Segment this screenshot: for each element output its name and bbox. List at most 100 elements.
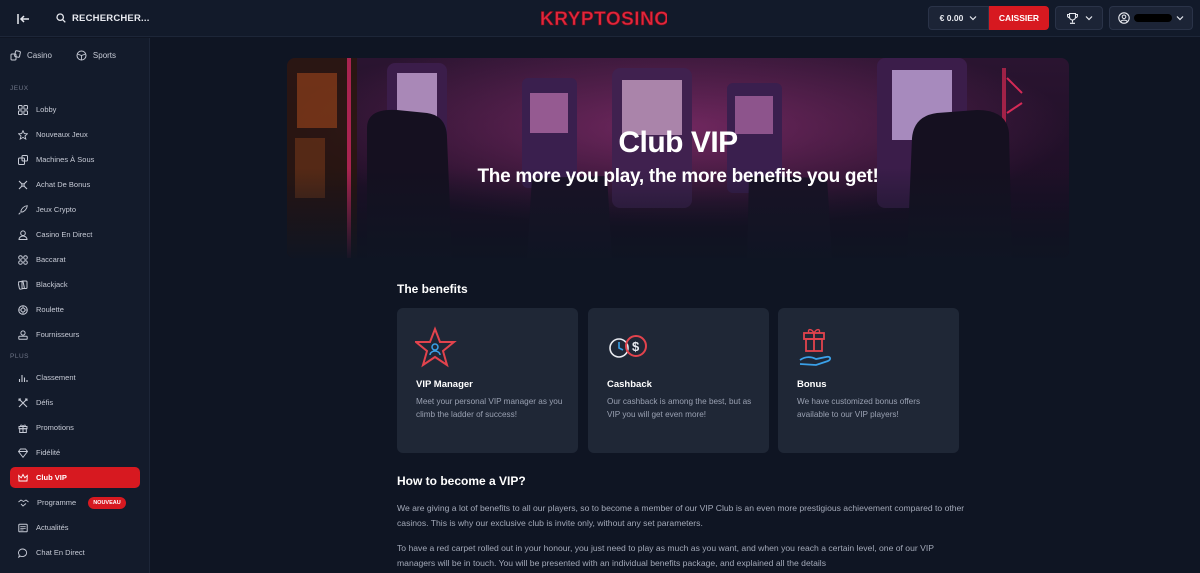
sidebar-item-label: Chat En Direct (36, 548, 85, 557)
cashback-icon: $ (609, 335, 647, 358)
baccarat-icon (18, 254, 28, 265)
sidebar-item-label: Nouveaux Jeux (36, 130, 88, 139)
sidebar: Casino Sports JEUX Lobby Nouveaux Jeux M… (0, 38, 150, 573)
collapse-arrow-icon (17, 14, 29, 24)
sidebar-item-label: Baccarat (36, 255, 66, 264)
sidebar-item-affiliate-program[interactable]: Programme NOUVEAU (10, 492, 140, 513)
benefit-title: VIP Manager (416, 379, 473, 390)
sidebar-item-providers[interactable]: Fournisseurs (10, 324, 140, 345)
sidebar-item-lobby[interactable]: Lobby (10, 99, 140, 120)
sidebar-item-news[interactable]: Actualités (10, 517, 140, 538)
sidebar-link-label: Casino (27, 51, 52, 60)
sidebar-item-label: Casino En Direct (36, 230, 93, 239)
benefit-description: We have customized bonus offers availabl… (797, 397, 921, 419)
benefit-card-cashback: $ Cashback Our cashback is among the bes… (588, 308, 769, 453)
live-dealer-icon (18, 229, 28, 240)
challenges-icon (18, 398, 28, 407)
top-bar: RECHERCHER... KRYPTOSINO € 0.00 CAISSIER (0, 0, 1200, 37)
user-account-dropdown[interactable] (1109, 6, 1193, 30)
wallet-amount: € 0.00 (939, 13, 964, 23)
collapse-sidebar-button[interactable] (14, 10, 32, 28)
diamond-icon (18, 448, 28, 458)
kryptosino-logo: KRYPTOSINO (540, 9, 670, 31)
sidebar-item-loyalty[interactable]: Fidélité (10, 442, 140, 463)
trophy-dropdown-button[interactable] (1055, 6, 1103, 30)
sidebar-item-label: Fournisseurs (36, 330, 80, 339)
sidebar-item-slots[interactable]: Machines À Sous (10, 149, 140, 170)
sports-ball-icon (76, 50, 87, 61)
vip-hero-banner: Club VIP The more you play, the more ben… (287, 58, 1069, 258)
star-icon (18, 129, 28, 140)
sidebar-item-challenges[interactable]: Défis (10, 392, 140, 413)
section-label-more: PLUS (10, 353, 29, 360)
search-label: RECHERCHER... (72, 12, 150, 24)
sidebar-item-label: Jeux Crypto (36, 205, 77, 214)
sidebar-item-label: Promotions (36, 423, 74, 432)
sidebar-item-label: Programme (37, 498, 77, 507)
benefit-description: Meet your personal VIP manager as you cl… (416, 397, 563, 419)
gift-hand-icon (799, 328, 832, 366)
handshake-icon (18, 498, 29, 507)
sidebar-item-label: Machines À Sous (36, 155, 95, 164)
benefits-heading: The benefits (397, 282, 468, 296)
search-button[interactable]: RECHERCHER... (56, 9, 150, 27)
svg-text:$: $ (632, 339, 640, 354)
chevron-down-icon (1176, 16, 1184, 21)
user-avatar-icon (1118, 12, 1130, 24)
sidebar-item-label: Fidélité (36, 448, 61, 457)
sidebar-item-label: Lobby (36, 105, 57, 114)
sidebar-item-vip-club[interactable]: Club VIP (10, 467, 140, 488)
sidebar-item-label: Défis (36, 398, 54, 407)
section-label-games: JEUX (10, 85, 29, 92)
sidebar-item-label: Actualités (36, 523, 69, 532)
benefit-title: Bonus (797, 379, 827, 390)
trophy-icon (1066, 12, 1078, 24)
sidebar-item-roulette[interactable]: Roulette (10, 299, 140, 320)
casino-icon (10, 50, 21, 61)
sidebar-top-links: Casino Sports (10, 50, 116, 61)
sidebar-link-sports[interactable]: Sports (76, 50, 116, 61)
search-icon (56, 13, 66, 23)
chat-icon (18, 548, 27, 558)
vip-star-icon (415, 326, 457, 368)
bar-chart-icon (18, 374, 28, 382)
hero-title: Club VIP (618, 126, 738, 159)
crown-icon (18, 473, 28, 481)
news-icon (18, 523, 28, 532)
benefit-description: Our cashback is among the best, but as V… (607, 397, 752, 419)
sidebar-item-label: Roulette (36, 305, 64, 314)
chevron-down-icon (1085, 16, 1092, 21)
benefit-title: Cashback (607, 379, 652, 390)
new-badge: NOUVEAU (88, 496, 126, 509)
sidebar-item-live-chat[interactable]: Chat En Direct (10, 542, 140, 563)
howto-paragraph: To have a red carpet rolled out in your … (397, 543, 934, 568)
username-redacted (1134, 14, 1172, 22)
sidebar-item-label: Achat De Bonus (36, 180, 91, 189)
sidebar-link-casino[interactable]: Casino (10, 50, 52, 61)
benefit-card-bonus: Bonus We have customized bonus offers av… (778, 308, 959, 453)
sidebar-item-promotions[interactable]: Promotions (10, 417, 140, 438)
howto-heading: How to become a VIP? (397, 474, 526, 488)
bonus-icon (18, 180, 28, 189)
hero-subtitle: The more you play, the more benefits you… (477, 166, 879, 187)
sidebar-item-leaderboard[interactable]: Classement (10, 367, 140, 388)
sidebar-item-baccarat[interactable]: Baccarat (10, 249, 140, 270)
wallet-balance-dropdown[interactable]: € 0.00 (928, 6, 989, 30)
sidebar-link-label: Sports (92, 51, 117, 60)
cashier-button[interactable]: CAISSIER (989, 6, 1049, 30)
sidebar-item-label: Classement (36, 373, 76, 382)
site-logo[interactable]: KRYPTOSINO (537, 5, 670, 31)
sidebar-item-label: Club VIP (36, 473, 67, 482)
sidebar-item-blackjack[interactable]: Blackjack (10, 274, 140, 295)
gift-icon (18, 424, 28, 433)
chevron-down-icon (969, 16, 977, 21)
sidebar-item-new-games[interactable]: Nouveaux Jeux (10, 124, 140, 145)
benefit-card-vip-manager: VIP Manager Meet your personal VIP manag… (397, 308, 578, 453)
providers-icon (18, 329, 28, 340)
sidebar-item-live-casino[interactable]: Casino En Direct (10, 224, 140, 245)
cards-icon (18, 280, 28, 290)
howto-paragraph: We are giving a lot of benefits to all o… (397, 503, 965, 528)
sidebar-item-crypto-games[interactable]: Jeux Crypto (10, 199, 140, 220)
slot-machine-icon (18, 154, 28, 165)
sidebar-item-bonus-buy[interactable]: Achat De Bonus (10, 174, 140, 195)
